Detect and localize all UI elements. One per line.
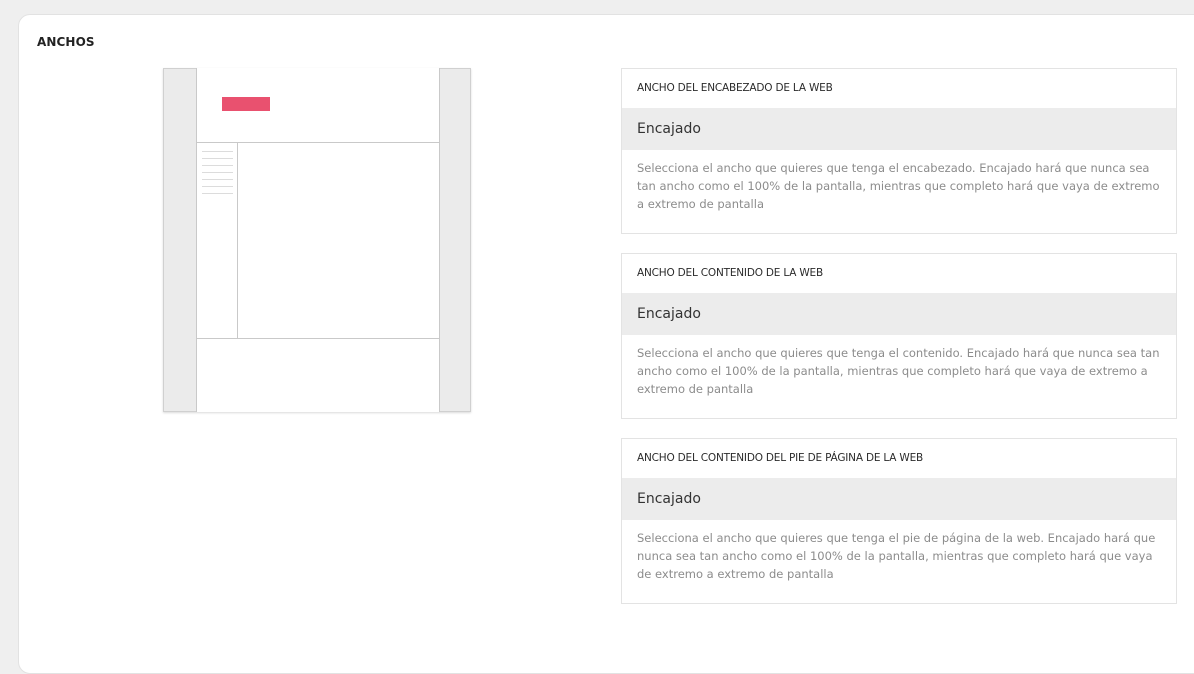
preview-sidebar-line	[202, 158, 233, 159]
preview-logo	[222, 97, 270, 111]
setting-description: Selecciona el ancho que quieres que teng…	[637, 346, 1160, 396]
preview-sidebar-line	[202, 151, 233, 152]
setting-card-content-width: ANCHO DEL CONTENIDO DE LA WEB Encajado S…	[621, 253, 1177, 419]
preview-footer	[197, 338, 439, 339]
setting-card-header-width: ANCHO DEL ENCABEZADO DE LA WEB Encajado …	[621, 68, 1177, 234]
setting-description: Selecciona el ancho que quieres que teng…	[637, 531, 1156, 581]
content-width-select[interactable]: Encajado	[622, 293, 1176, 335]
setting-description: Selecciona el ancho que quieres que teng…	[637, 161, 1160, 211]
setting-card-footer-width: ANCHO DEL CONTENIDO DEL PIE DE PÁGINA DE…	[621, 438, 1177, 604]
preview-sidebar-line	[202, 179, 233, 180]
section-title: ANCHOS	[37, 35, 95, 49]
header-width-select[interactable]: Encajado	[622, 108, 1176, 150]
preview-sidebar-line	[202, 186, 233, 187]
setting-label: ANCHO DEL ENCABEZADO DE LA WEB	[637, 82, 833, 94]
setting-label: ANCHO DEL CONTENIDO DE LA WEB	[637, 267, 823, 279]
preview-sidebar-line	[202, 165, 233, 166]
preview-header	[197, 68, 439, 143]
preview-sidebar-line	[202, 172, 233, 173]
preview-page	[196, 68, 440, 412]
widths-panel: ANCHOS ANCHO DEL ENCABEZADO DE LA WEB En…	[18, 14, 1194, 674]
layout-preview	[163, 68, 471, 412]
setting-label: ANCHO DEL CONTENIDO DEL PIE DE PÁGINA DE…	[637, 452, 924, 464]
footer-width-select[interactable]: Encajado	[622, 478, 1176, 520]
preview-sidebar	[197, 142, 238, 338]
preview-sidebar-line	[202, 193, 233, 194]
